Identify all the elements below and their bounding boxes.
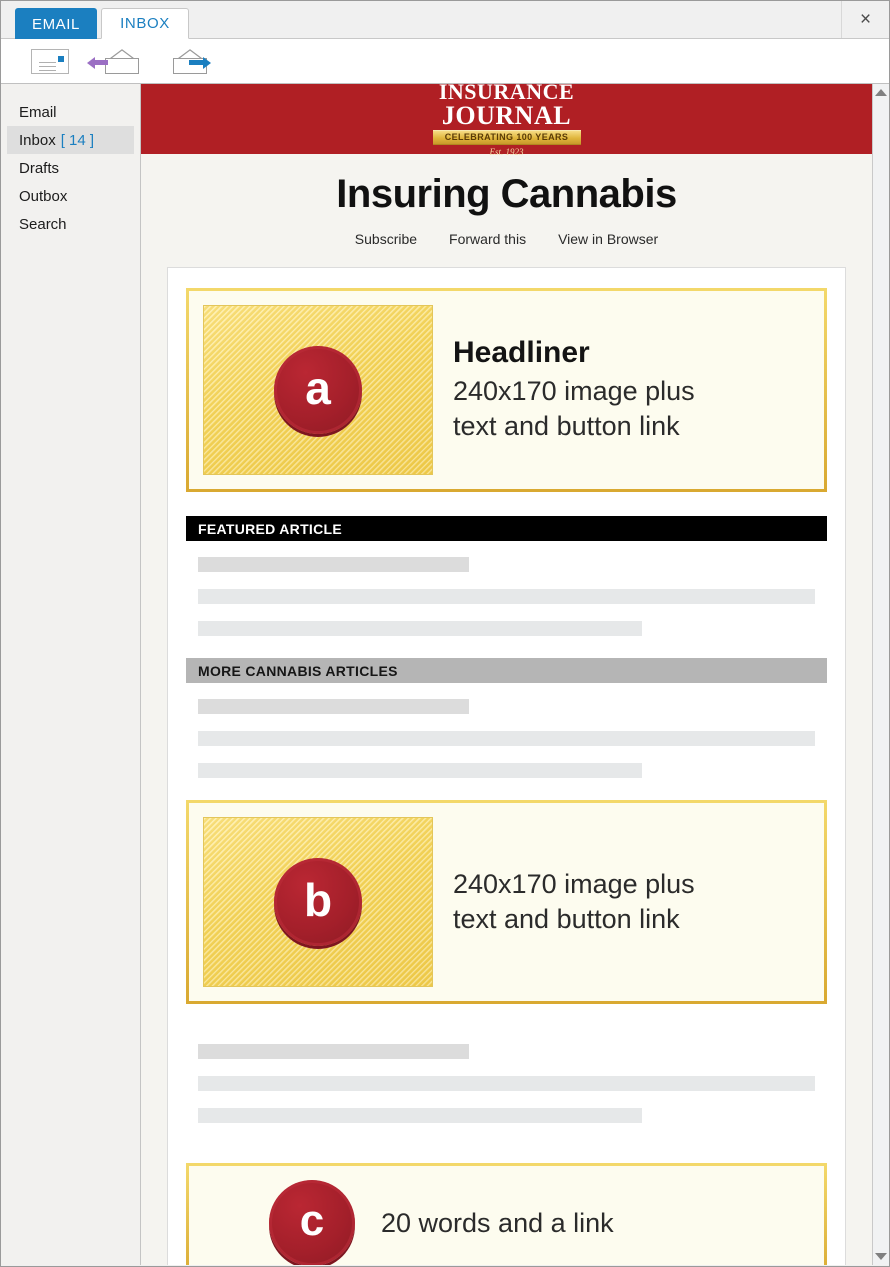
new-indicator [58, 56, 64, 62]
line-3 [39, 70, 56, 71]
link-subscribe[interactable]: Subscribe [355, 231, 417, 247]
sidebar: Email Inbox [ 14 ] Drafts Outbox Search [1, 84, 141, 1265]
email-client-window: EMAIL INBOX × Email Inbox [14] Drafts … [0, 0, 890, 1267]
new-message-icon[interactable] [27, 46, 73, 76]
skeleton-bar [198, 557, 470, 572]
skeleton-tail [186, 1028, 827, 1145]
promo-heading-a: Headliner [453, 336, 590, 370]
arrow-shaft [93, 60, 108, 65]
line-1 [39, 62, 56, 63]
triangle-up [875, 89, 887, 96]
close-glyph: × [859, 8, 872, 30]
logo-line-1: INSURANCE [438, 84, 575, 105]
newsletter-card: a Headliner 240x170 image plus text and … [167, 267, 846, 1265]
page-title: Insuring Cannabis [336, 172, 677, 216]
promo-text-b: 240x170 image plus text and button link [453, 867, 810, 936]
tab-inbox[interactable]: INBOX [101, 8, 189, 39]
sidebar-item-search[interactable]: Search [7, 210, 134, 238]
promo-block-b[interactable]: b 240x170 image plus text and button lin… [186, 800, 827, 1004]
sidebar-item-inbox[interactable]: Inbox [ 14 ] [7, 126, 134, 154]
promo-block-a[interactable]: a Headliner 240x170 image plus text and … [186, 288, 827, 492]
mail-pane: INSURANCE JOURNAL CELEBRATING 100 YEARS … [141, 84, 889, 1265]
link-forward-this[interactable]: Forward this [449, 231, 526, 247]
section-label: FEATURED ARTICLE [198, 520, 343, 537]
vertical-scrollbar[interactable] [872, 84, 889, 1265]
skeleton-bar [198, 1108, 643, 1123]
promo-line-2-a: text and button link [453, 411, 680, 441]
promo-image-a: a [203, 305, 433, 475]
toolbar [1, 39, 889, 84]
sidebar-item-label: Email [19, 103, 57, 121]
skeleton-bar [198, 731, 815, 746]
line-2 [39, 66, 56, 67]
arrow-head [203, 57, 211, 69]
link-view-in-browser[interactable]: View in Browser [558, 231, 658, 247]
promo-line-1-a: 240x170 image plus [453, 376, 695, 407]
triangle-down [875, 1253, 887, 1260]
sidebar-item-email[interactable]: Email [7, 98, 134, 126]
envelope-body [105, 58, 139, 74]
close-icon[interactable]: × [841, 1, 889, 38]
promo-line-1-b: 240x170 image plus [453, 869, 695, 900]
section-label: MORE CANNABIS ARTICLES [198, 662, 398, 679]
skeleton-bar [198, 763, 643, 778]
sidebar-item-drafts[interactable]: Drafts [7, 154, 134, 182]
badge-c: c [269, 1180, 355, 1265]
tab-inbox-label: INBOX [120, 15, 170, 32]
logo-ribbon: CELEBRATING 100 YEARS [432, 129, 581, 145]
sidebar-item-outbox[interactable]: Outbox [7, 182, 134, 210]
skeleton-featured [186, 541, 827, 658]
skeleton-bar [198, 1076, 815, 1091]
open-envelope-shape [105, 48, 139, 74]
skeleton-bar [198, 699, 470, 714]
sidebar-item-label: Outbox [19, 187, 68, 205]
sidebar-item-label: Search [19, 215, 67, 233]
envelope-shape [31, 49, 69, 74]
promo-text-a: Headliner 240x170 image plus text and bu… [453, 336, 810, 443]
sidebar-item-label: Inbox [19, 131, 56, 149]
promo-block-c[interactable]: c 20 words and a link [186, 1163, 827, 1265]
promo-text-c: 20 words and a link [381, 1207, 614, 1238]
tab-email[interactable]: EMAIL [15, 8, 97, 39]
tab-bar: EMAIL INBOX × [1, 1, 889, 39]
badge-b: b [274, 858, 362, 946]
reply-icon[interactable] [87, 46, 141, 76]
logo-established: Est. 1923 [489, 146, 524, 157]
skeleton-more [186, 683, 827, 800]
newsletter-links: Subscribe Forward this View in Browser [141, 217, 872, 267]
insurance-journal-logo: INSURANCE JOURNAL CELEBRATING 100 YEARS … [432, 84, 581, 157]
section-more-cannabis-articles: MORE CANNABIS ARTICLES [186, 658, 827, 683]
arrow-shaft [189, 60, 204, 65]
badge-a: a [274, 346, 362, 434]
scroll-down-icon[interactable] [873, 1248, 889, 1265]
sidebar-item-label: Drafts [19, 159, 60, 177]
section-featured-article: FEATURED ARTICLE [186, 516, 827, 541]
forward-icon[interactable] [163, 46, 211, 76]
skeleton-bar [198, 1044, 470, 1059]
skeleton-bar [198, 589, 815, 604]
newsletter-body: INSURANCE JOURNAL CELEBRATING 100 YEARS … [141, 84, 872, 1265]
logo-line-2: JOURNAL [441, 100, 572, 130]
scroll-up-icon[interactable] [873, 84, 889, 101]
inbox-unread-count: [ 14 ] [60, 131, 95, 149]
skeleton-bar [198, 621, 643, 636]
promo-image-b: b [203, 817, 433, 987]
tab-email-label: EMAIL [31, 15, 80, 33]
body: Email Inbox [ 14 ] Drafts Outbox Search … [1, 84, 889, 1265]
promo-line-2-b: text and button link [453, 904, 680, 934]
newsletter-header: INSURANCE JOURNAL CELEBRATING 100 YEARS … [141, 84, 872, 157]
